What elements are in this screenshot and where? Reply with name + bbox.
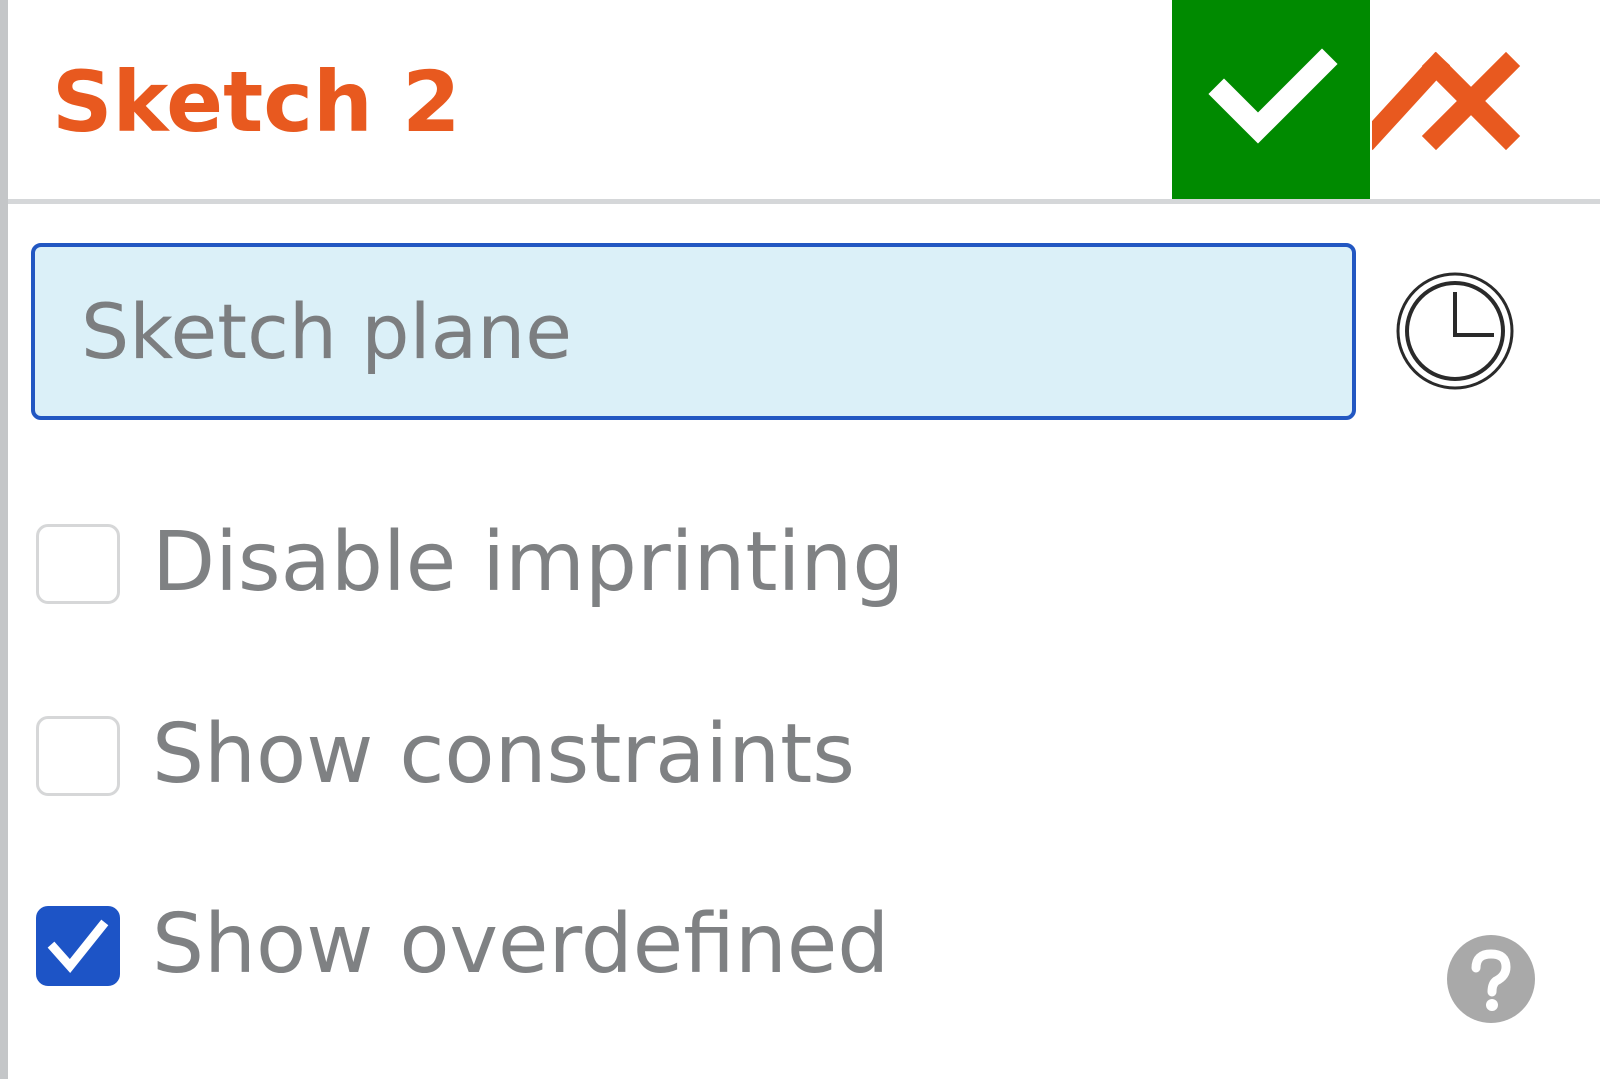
panel-left-border: [0, 0, 8, 1079]
checkmark-icon: [1208, 48, 1338, 144]
show-overdefined-checkbox[interactable]: [36, 906, 120, 986]
sketch-plane-input[interactable]: [31, 243, 1356, 420]
option-show-overdefined[interactable]: Show overdefined: [36, 900, 1136, 990]
panel-title: Sketch 2: [52, 53, 461, 151]
show-constraints-checkbox[interactable]: [36, 716, 120, 796]
sketch-feature-panel: Sketch 2 Disable imprinting Show constra…: [0, 0, 1600, 1079]
disable-imprinting-checkbox[interactable]: [36, 524, 120, 604]
help-icon: [1447, 935, 1535, 1023]
accept-button[interactable]: [1172, 0, 1370, 199]
close-icon: [1372, 51, 1521, 151]
clock-icon: [1396, 272, 1514, 390]
show-constraints-label: Show constraints: [152, 707, 856, 802]
checkmark-icon: [47, 919, 109, 973]
option-disable-imprinting[interactable]: Disable imprinting: [36, 518, 1136, 608]
cancel-button[interactable]: [1372, 0, 1568, 199]
option-show-constraints[interactable]: Show constraints: [36, 710, 1136, 800]
disable-imprinting-label: Disable imprinting: [152, 515, 905, 610]
header-divider: [8, 199, 1600, 204]
show-overdefined-label: Show overdefined: [152, 897, 890, 992]
help-button[interactable]: [1446, 934, 1536, 1024]
history-button[interactable]: [1392, 268, 1522, 394]
